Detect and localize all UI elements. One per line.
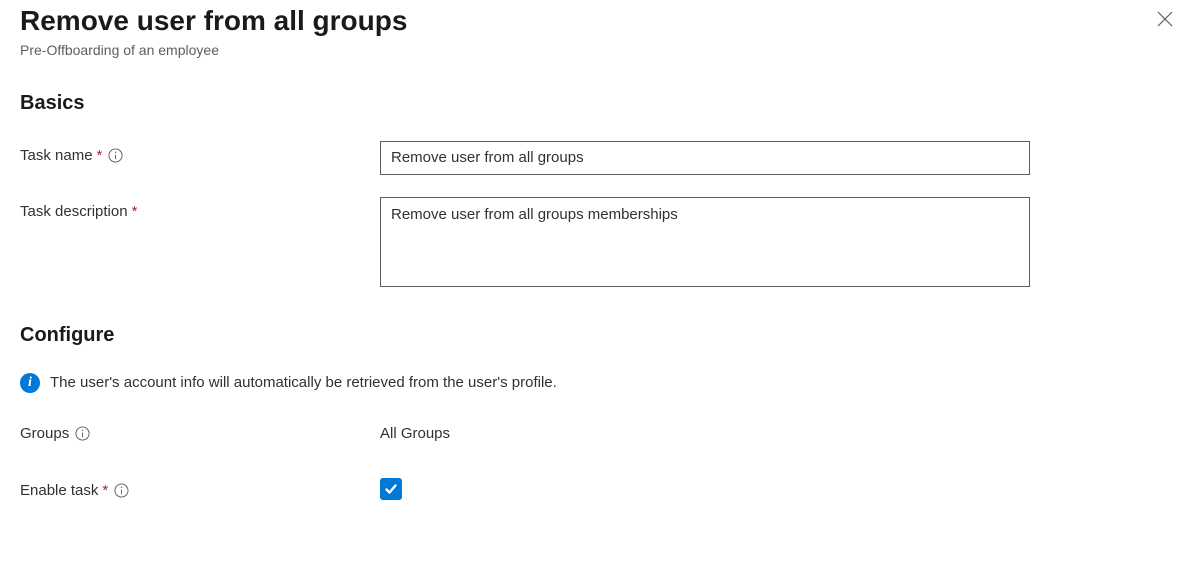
basics-heading: Basics	[20, 92, 1180, 115]
enable-task-label: Enable task	[20, 482, 98, 499]
info-icon[interactable]	[114, 483, 129, 498]
task-name-input[interactable]	[380, 141, 1030, 175]
task-name-label: Task name	[20, 147, 93, 164]
info-banner-text: The user's account info will automatical…	[50, 374, 557, 391]
close-button[interactable]	[1150, 4, 1180, 34]
required-marker: *	[102, 482, 108, 499]
page-subtitle: Pre-Offboarding of an employee	[20, 42, 407, 58]
close-icon	[1156, 10, 1174, 28]
groups-value: All Groups	[380, 419, 1030, 442]
groups-label: Groups	[20, 425, 69, 442]
page-title: Remove user from all groups	[20, 4, 407, 38]
task-description-input[interactable]	[380, 197, 1030, 287]
info-icon[interactable]	[108, 148, 123, 163]
task-description-label: Task description	[20, 203, 128, 220]
info-icon[interactable]	[75, 426, 90, 441]
configure-heading: Configure	[20, 324, 1180, 347]
checkmark-icon	[384, 482, 398, 496]
required-marker: *	[97, 147, 103, 164]
enable-task-checkbox[interactable]	[380, 478, 402, 500]
info-banner-icon: i	[20, 373, 40, 393]
required-marker: *	[132, 203, 138, 220]
